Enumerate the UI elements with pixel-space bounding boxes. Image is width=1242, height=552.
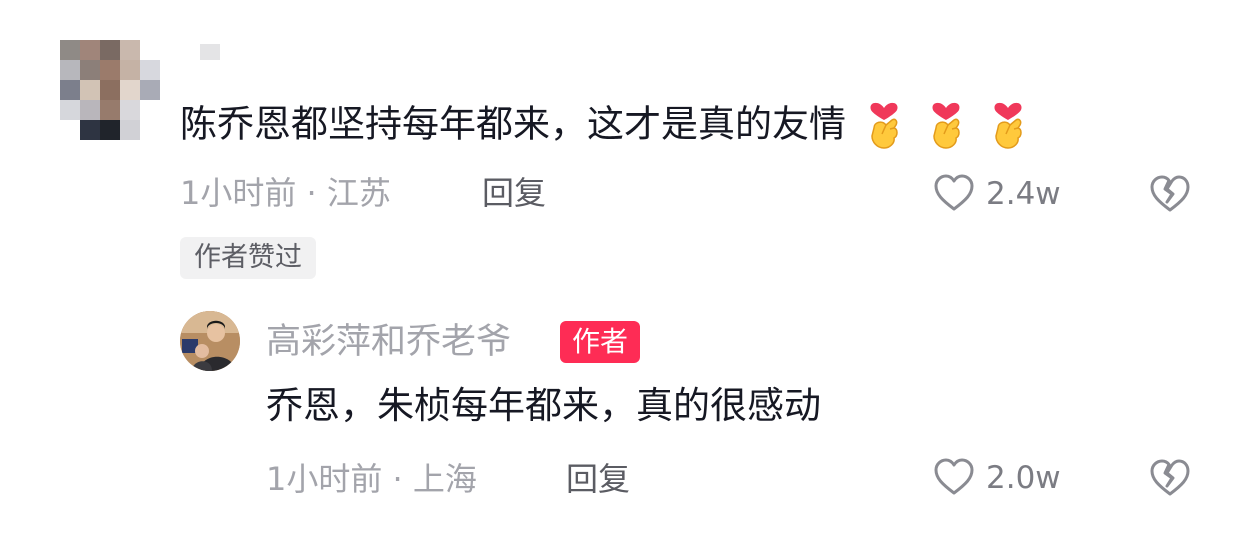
reply-text: 乔恩，朱桢每年都来，真的很感动 xyxy=(266,384,821,427)
dislike-button[interactable] xyxy=(1148,172,1192,220)
reply-time-location: 1小时前 · 上海 xyxy=(266,460,477,498)
reply-button[interactable]: 回复 xyxy=(482,173,546,213)
finger-heart-emoji-icon xyxy=(984,98,1032,154)
reply-username[interactable]: 高彩萍和乔老爷 xyxy=(266,320,511,364)
reply-reply-button[interactable]: 回复 xyxy=(566,459,630,499)
finger-heart-emoji-icon xyxy=(860,98,908,154)
reply-dislike-button[interactable] xyxy=(1148,456,1192,504)
heart-icon xyxy=(934,174,974,211)
comment-body: 陈乔恩都坚持每年都来，这才是真的友情 xyxy=(180,98,1032,154)
heart-icon xyxy=(934,458,974,495)
like-count: 2.4w xyxy=(986,176,1061,212)
finger-heart-emoji-icon xyxy=(922,98,970,154)
author-badge: 作者 xyxy=(560,321,641,363)
comment-time-location: 1小时前 · 江苏 xyxy=(180,174,391,212)
username-redacted[interactable] xyxy=(200,44,220,60)
broken-heart-icon xyxy=(1150,459,1190,496)
reply-avatar[interactable] xyxy=(180,311,240,371)
reply-like-button[interactable] xyxy=(932,455,976,503)
comment-text: 陈乔恩都坚持每年都来，这才是真的友情 xyxy=(180,102,846,146)
reply-like-count: 2.0w xyxy=(986,460,1061,496)
avatar[interactable] xyxy=(60,40,160,140)
broken-heart-icon xyxy=(1150,175,1190,212)
like-button[interactable] xyxy=(932,171,976,219)
author-liked-badge: 作者赞过 xyxy=(180,237,316,279)
